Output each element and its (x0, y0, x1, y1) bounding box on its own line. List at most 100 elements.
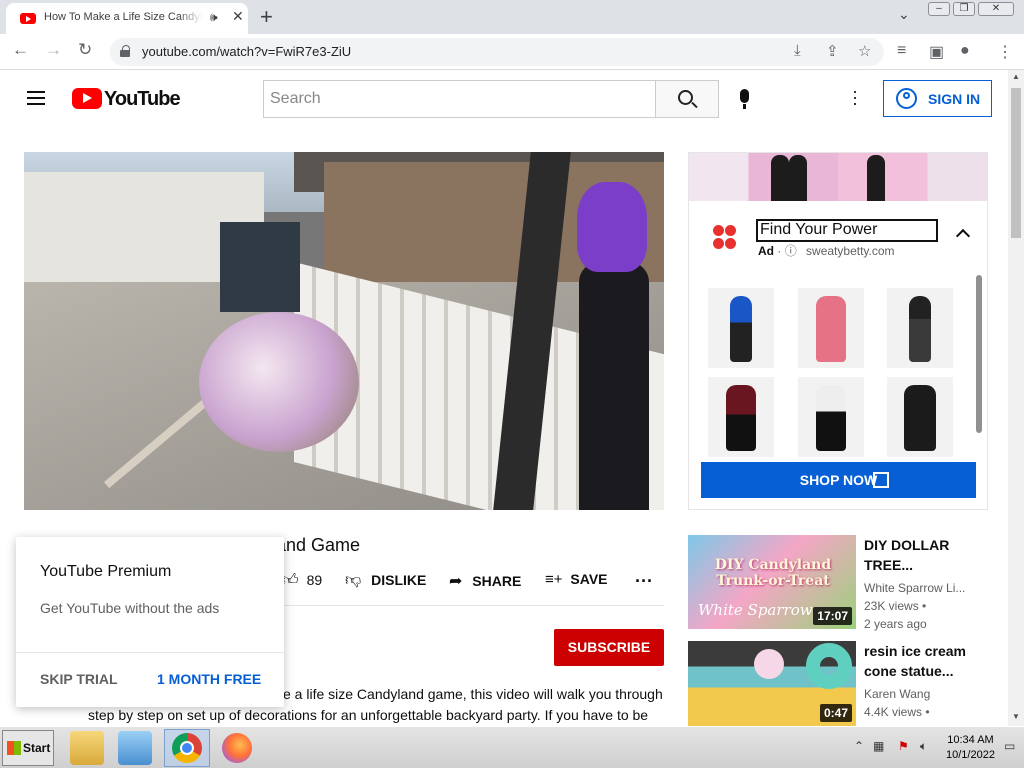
one-month-free-button[interactable]: 1 MONTH FREE (157, 671, 261, 687)
like-button[interactable]: 👍︎ 89 (282, 571, 322, 590)
video-frame-person (569, 182, 659, 510)
show-desktop-icon[interactable]: ▭ (1004, 739, 1015, 753)
ad-headline[interactable]: Find Your Power (756, 219, 938, 242)
divider (16, 652, 284, 653)
speaker-icon[interactable]: 🕪 (210, 10, 218, 25)
share-label: SHARE (472, 573, 522, 589)
youtube-favicon-icon (20, 13, 36, 24)
related-video-channel[interactable]: Karen Wang (864, 685, 930, 703)
chrome-icon[interactable] (172, 733, 202, 763)
ad-product-thumbnail[interactable] (798, 377, 864, 457)
related-video-thumbnail[interactable]: 0:47 (688, 641, 856, 726)
youtube-wordmark[interactable]: YouTube (104, 88, 181, 111)
ad-product-thumbnail[interactable] (887, 377, 953, 457)
address-bar[interactable]: youtube.com/watch?v=FwiR7e3-ZiU ⤓ ⇪ ☆ (110, 38, 884, 66)
ad-product-thumbnail[interactable] (887, 288, 953, 368)
sign-in-button[interactable]: SIGN IN (883, 80, 992, 117)
show-hidden-icons-icon[interactable]: ⌃ (854, 739, 864, 753)
volume-tray-icon[interactable]: 🔈︎ (920, 739, 927, 754)
file-explorer-icon[interactable] (70, 731, 104, 765)
shop-now-button[interactable]: SHOP NOW (701, 462, 976, 498)
close-window-button[interactable]: ✕ (978, 2, 1014, 16)
video-duration: 17:07 (813, 607, 852, 625)
side-panel-icon[interactable]: ▣ (929, 42, 944, 62)
meta-dot: • (918, 599, 927, 613)
skip-trial-button[interactable]: SKIP TRIAL (40, 671, 118, 687)
forward-arrow-icon[interactable]: → (45, 40, 62, 60)
tab-search-chevron-icon[interactable]: ⌄ (898, 6, 910, 23)
media-control-icon[interactable]: ≡ (897, 42, 906, 60)
ad-product-thumbnail[interactable] (798, 288, 864, 368)
ad-scrollbar[interactable] (976, 275, 982, 433)
related-video-title[interactable]: resin ice cream cone statue... (864, 641, 994, 681)
more-actions-icon[interactable]: ··· (635, 571, 653, 592)
youtube-premium-popup: YouTube Premium Get YouTube without the … (16, 537, 284, 707)
subscribe-button[interactable]: SUBSCRIBE (554, 629, 664, 666)
thumbnail-subtext: White Sparrow (698, 601, 813, 619)
video-frame-person-hair (577, 182, 647, 272)
ad-info-icon[interactable]: ⓘ (785, 244, 797, 258)
browser-tab-bar: How To Make a Life Size Candyland Game 🕪… (0, 0, 1024, 34)
search-input[interactable] (264, 81, 656, 117)
profile-icon[interactable]: ● (960, 42, 970, 60)
advertiser-logo-icon[interactable] (713, 225, 737, 251)
add-to-playlist-icon: ≡+ (545, 571, 563, 588)
collapse-chevron-icon[interactable] (955, 228, 971, 244)
new-tab-icon[interactable]: + (260, 4, 273, 30)
ad-banner-image[interactable] (689, 153, 987, 201)
description-line-2: step by step on set up of decorations fo… (88, 707, 649, 723)
close-tab-icon[interactable]: ✕ (232, 8, 244, 25)
video-frame-trash-bins (220, 222, 300, 312)
minimize-window-button[interactable]: – (928, 2, 950, 16)
thumbs-up-icon: 👍︎ (282, 572, 299, 589)
share-button[interactable]: ➦ SHARE (449, 571, 521, 591)
view-count: 4.4K views (864, 705, 923, 719)
firefox-icon[interactable] (222, 733, 252, 763)
thumbs-down-icon: 👎︎ (345, 572, 362, 589)
view-count: 23K views (864, 599, 919, 613)
scroll-down-arrow-icon[interactable]: ▼ (1012, 712, 1020, 721)
clock-date: 10/1/2022 (946, 749, 995, 761)
security-alert-tray-icon[interactable]: ⚑ (898, 739, 909, 753)
shop-now-label: SHOP NOW (799, 472, 878, 488)
system-clock[interactable]: 10:34 AM 10/1/2022 (946, 733, 995, 763)
share-arrow-icon: ➦ (449, 573, 463, 590)
scroll-up-arrow-icon[interactable]: ▲ (1012, 72, 1020, 81)
save-button[interactable]: ≡+ SAVE (545, 571, 608, 588)
page-scrollbar[interactable]: ▲ ▼ (1008, 70, 1024, 726)
lock-icon[interactable] (120, 45, 130, 57)
related-video-age: 2 years ago (864, 617, 927, 631)
search-button[interactable] (655, 80, 719, 118)
start-button[interactable]: Start (2, 730, 54, 766)
donut-icon (806, 643, 852, 689)
browser-tab[interactable]: How To Make a Life Size Candyland Game 🕪… (6, 3, 248, 34)
share-page-icon[interactable]: ⇪ (826, 42, 839, 60)
ad-product-thumbnail[interactable] (708, 288, 774, 368)
bookmark-star-icon[interactable]: ☆ (858, 42, 871, 60)
network-tray-icon[interactable]: ▦ (873, 739, 884, 753)
video-player[interactable] (24, 152, 664, 510)
install-app-icon[interactable]: ⤓ (794, 42, 801, 59)
settings-kebab-icon[interactable]: · · · (852, 82, 858, 112)
url-text[interactable]: youtube.com/watch?v=FwiR7e3-ZiU (142, 44, 351, 59)
dislike-button[interactable]: 👎︎ DISLIKE (345, 571, 426, 590)
related-video-thumbnail[interactable]: DIY Candyland Trunk-or-Treat White Sparr… (688, 535, 856, 629)
scrollbar-thumb[interactable] (1011, 88, 1021, 238)
hamburger-menu-icon[interactable] (27, 91, 45, 105)
reload-icon[interactable]: ↻ (78, 40, 92, 60)
ice-cream-cone-icon (754, 649, 784, 679)
youtube-logo-icon[interactable] (72, 88, 102, 109)
ad-domain: sweatybetty.com (806, 244, 895, 258)
restore-window-button[interactable]: ❐ (953, 2, 975, 16)
back-arrow-icon[interactable]: ← (12, 40, 29, 60)
media-player-icon[interactable] (118, 731, 152, 765)
video-title: land Game (272, 535, 361, 555)
tab-title: How To Make a Life Size Candyland Game (44, 11, 202, 23)
related-video-title[interactable]: DIY DOLLAR TREE... (864, 535, 994, 575)
windows-taskbar: Start ⌃ ▦ ⚑ 🔈︎ 10:34 AM 10/1/2022 ▭ (0, 726, 1024, 768)
ad-product-thumbnail[interactable] (708, 377, 774, 457)
browser-menu-icon[interactable]: ⋮ (997, 42, 1013, 62)
related-video-channel[interactable]: White Sparrow Li... (864, 579, 965, 597)
microphone-icon[interactable] (740, 89, 749, 109)
sign-in-label: SIGN IN (928, 91, 981, 107)
